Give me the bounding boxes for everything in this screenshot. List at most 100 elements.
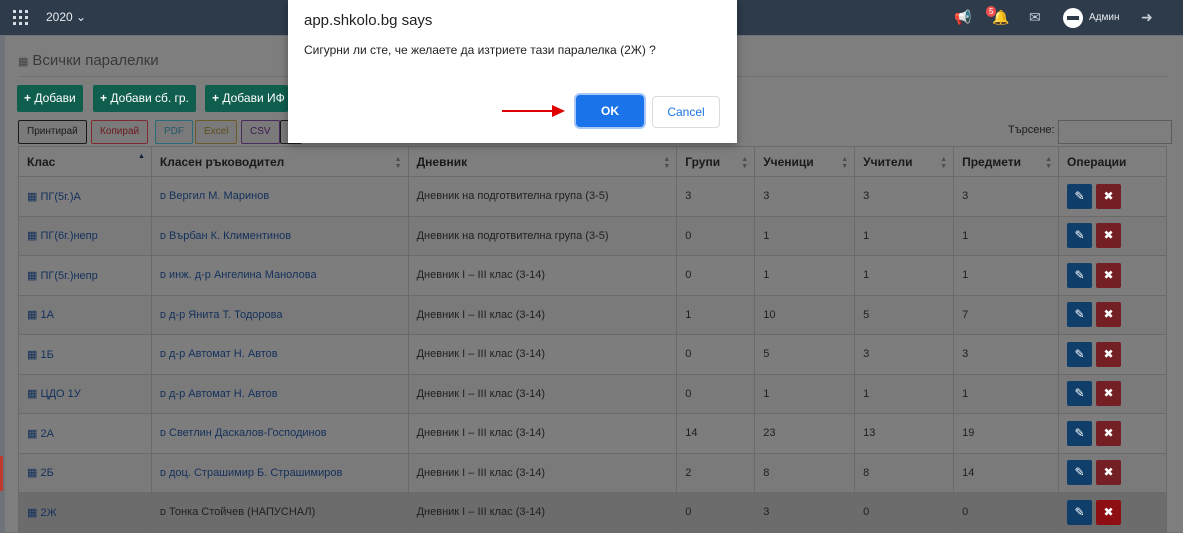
class-link[interactable]: 2А (40, 428, 53, 440)
add-button[interactable]: + Добави (17, 85, 83, 112)
teacher-link[interactable]: д-р Автомат Н. Автов (169, 348, 278, 360)
column-header-groups[interactable]: Групи ▲ ▼ (676, 146, 756, 177)
confirm-dialog: app.shkolo.bg says Сигурни ли сте, че же… (288, 0, 737, 143)
edit-button[interactable]: ✎ (1067, 223, 1093, 249)
delete-button[interactable]: ✖ (1096, 262, 1122, 288)
pdf-button[interactable]: PDF (155, 120, 193, 144)
delete-button[interactable]: ✖ (1096, 381, 1122, 407)
megaphone-icon[interactable]: 📢 (954, 9, 971, 26)
delete-button[interactable]: ✖ (1096, 302, 1122, 328)
teacher-link[interactable]: Вергил М. Маринов (169, 190, 269, 202)
column-header-teachers[interactable]: Учители ▲ ▼ (854, 146, 955, 177)
edit-icon: ✎ (1074, 188, 1085, 203)
edit-button[interactable]: ✎ (1067, 499, 1093, 525)
teacher-cell[interactable]: ᴅ д-р Янита Т. Тодорова (150, 294, 409, 335)
class-cell[interactable]: ▦ 1Б (18, 334, 152, 375)
close-icon: ✖ (1103, 267, 1114, 282)
class-cell[interactable]: ▦ ПГ(5г.)А (18, 176, 152, 217)
teacher-link[interactable]: д-р Автомат Н. Автов (169, 388, 278, 400)
delete-button[interactable]: ✖ (1096, 183, 1122, 209)
class-cell[interactable]: ▦ 2А (18, 413, 152, 454)
user-name[interactable]: Админ (1089, 12, 1120, 23)
column-header-teacher[interactable]: Класен ръководител ▲ ▼ (150, 146, 409, 177)
edit-button[interactable]: ✎ (1067, 183, 1093, 209)
students-cell: 5 (754, 334, 856, 375)
operations-cell: ✎ ✖ (1058, 334, 1167, 375)
class-link[interactable]: ПГ(6г.)непр (40, 230, 97, 242)
class-cell[interactable]: ▦ 2Ж (18, 492, 152, 533)
class-link[interactable]: 1Б (40, 349, 53, 361)
class-cell[interactable]: ▦ 1А (18, 294, 152, 335)
add-group-button[interactable]: + Добави сб. гр. (93, 85, 196, 112)
class-link[interactable]: ПГ(5г.)А (40, 191, 80, 203)
class-link[interactable]: 2Б (40, 467, 53, 479)
teacher-cell[interactable]: ᴅ Вергил М. Маринов (150, 176, 409, 217)
edit-icon: ✎ (1074, 425, 1085, 440)
delete-button[interactable]: ✖ (1096, 341, 1122, 367)
add-button-label: Добави (34, 91, 76, 105)
cancel-button[interactable]: Cancel (652, 96, 720, 128)
add-if-button[interactable]: + Добави ИФ (205, 85, 288, 112)
class-icon: ▦ (27, 190, 41, 203)
teacher-cell[interactable]: ᴅ д-р Автомат Н. Автов (150, 373, 409, 414)
class-link[interactable]: ПГ(5г.)непр (40, 270, 97, 282)
teacher-icon: ᴅ (159, 308, 170, 321)
students-cell: 8 (754, 452, 856, 493)
teacher-cell[interactable]: ᴅ Върбан К. Климентинов (150, 215, 409, 256)
teacher-link[interactable]: доц. Страшимир Б. Страшимиров (169, 467, 342, 479)
column-header-class[interactable]: Клас ▲ (18, 146, 152, 177)
teacher-cell[interactable]: ᴅ доц. Страшимир Б. Страшимиров (150, 452, 409, 493)
edit-button[interactable]: ✎ (1067, 302, 1093, 328)
teacher-link[interactable]: инж. д-р Ангелина Манолова (169, 269, 317, 281)
class-link[interactable]: 1А (40, 309, 53, 321)
class-cell[interactable]: ▦ ПГ(6г.)непр (18, 215, 152, 256)
subjects-cell: 14 (953, 452, 1060, 493)
class-cell[interactable]: ▦ ЦДО 1У (18, 373, 152, 414)
edit-button[interactable]: ✎ (1067, 262, 1093, 288)
edit-button[interactable]: ✎ (1067, 420, 1093, 446)
teacher-cell[interactable]: ᴅ инж. д-р Ангелина Манолова (150, 255, 409, 296)
column-header-students[interactable]: Ученици ▲ ▼ (754, 146, 856, 177)
teachers-cell: 1 (854, 255, 955, 296)
edit-button[interactable]: ✎ (1067, 341, 1093, 367)
delete-button[interactable]: ✖ (1096, 420, 1122, 446)
class-link[interactable]: 2Ж (40, 507, 56, 519)
teacher-cell[interactable]: ᴅ Светлин Даскалов-Господинов (150, 413, 409, 454)
copy-button[interactable]: Копирай (91, 120, 149, 144)
table-row: ▦ ПГ(6г.)непр ᴅ Върбан К. Климентинов Дн… (18, 215, 1167, 256)
search-input[interactable] (1058, 120, 1172, 144)
logout-icon[interactable]: ➜ (1141, 9, 1153, 26)
pointer-arrow-icon (502, 105, 565, 117)
classes-icon: ▦ (18, 56, 29, 68)
edit-button[interactable]: ✎ (1067, 460, 1093, 486)
delete-button[interactable]: ✖ (1096, 460, 1122, 486)
class-cell[interactable]: ▦ ПГ(5г.)непр (18, 255, 152, 296)
teacher-link[interactable]: Върбан К. Климентинов (169, 230, 291, 242)
csv-button[interactable]: CSV (241, 120, 280, 144)
print-button[interactable]: Принтирай (18, 120, 87, 144)
teachers-cell: 1 (854, 373, 955, 414)
ok-button[interactable]: OK (576, 95, 644, 127)
delete-button[interactable]: ✖ (1096, 499, 1122, 525)
delete-button[interactable]: ✖ (1096, 223, 1122, 249)
class-cell[interactable]: ▦ 2Б (18, 452, 152, 493)
subjects-cell: 0 (953, 492, 1060, 533)
edit-icon: ✎ (1074, 504, 1085, 519)
year-selector[interactable]: 2020 ⌄ (46, 10, 86, 24)
column-header-diary[interactable]: Дневник ▲ ▼ (407, 146, 678, 177)
envelope-icon[interactable]: ✉ (1029, 9, 1041, 26)
excel-button[interactable]: Excel (195, 120, 238, 144)
class-link[interactable]: ЦДО 1У (40, 388, 80, 400)
teacher-link[interactable]: Светлин Даскалов-Господинов (169, 427, 327, 439)
class-icon: ▦ (27, 230, 41, 243)
teacher-link[interactable]: д-р Янита Т. Тодорова (169, 309, 282, 321)
teacher-cell[interactable]: ᴅ д-р Автомат Н. Автов (150, 334, 409, 375)
add-if-button-label: Добави ИФ (222, 91, 285, 105)
edit-button[interactable]: ✎ (1067, 381, 1093, 407)
diary-cell: Дневник I – III клас (3-14) (407, 492, 678, 533)
groups-cell: 14 (676, 413, 756, 454)
avatar[interactable] (1063, 8, 1083, 28)
apps-grid-icon[interactable] (13, 10, 28, 25)
column-header-subjects[interactable]: Предмети ▲ ▼ (953, 146, 1060, 177)
class-icon: ▦ (27, 388, 41, 401)
